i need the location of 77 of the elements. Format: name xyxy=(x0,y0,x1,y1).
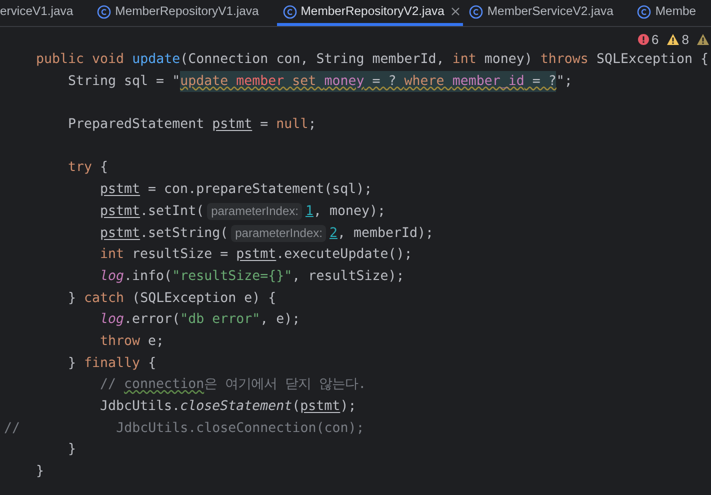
code-token: set xyxy=(292,70,324,92)
code-token: log xyxy=(100,268,124,286)
code-token: member_id xyxy=(452,70,524,92)
code-token: connection xyxy=(124,376,204,394)
code-token: resultSize = xyxy=(132,246,230,264)
code-token: = con.prepareStatement(sql); xyxy=(147,181,372,200)
code-token: { xyxy=(100,159,108,178)
code-token: money) xyxy=(484,51,534,69)
code-token: , memberId); xyxy=(338,224,434,242)
code-token: public void xyxy=(36,51,126,69)
code-token: .executeUpdate(); xyxy=(276,246,412,264)
editor-tab[interactable]: MemberRepositoryV2.java xyxy=(276,0,464,26)
error-icon xyxy=(638,34,649,46)
code-token: // xyxy=(100,376,118,394)
code-token: = xyxy=(259,116,270,134)
code-token: } xyxy=(68,290,78,308)
code-token: .setInt( xyxy=(140,202,204,221)
code-token: update xyxy=(132,51,180,69)
code-token: String sql = " xyxy=(68,72,180,91)
code-token: 1 xyxy=(305,202,314,221)
code-token: 2 xyxy=(329,224,338,242)
code-token: ( xyxy=(292,398,300,416)
code-token: money xyxy=(324,70,364,92)
code-token: pstmt xyxy=(300,398,340,416)
inspection-count: 6 xyxy=(652,31,659,49)
editor-tab[interactable]: Membe xyxy=(631,0,711,26)
editor-tab[interactable]: erviceV1.java xyxy=(0,0,92,26)
code-token: PreparedStatement xyxy=(68,116,206,134)
code-token: update xyxy=(180,70,236,92)
code-token: , e); xyxy=(260,311,300,330)
code-token: JdbcUtils. xyxy=(100,398,180,416)
code-token: } xyxy=(68,354,78,373)
code-token: pstmt xyxy=(100,202,140,221)
code-token: = ? xyxy=(524,70,556,92)
code-token: .setString( xyxy=(140,224,228,242)
code-token: 은 여기에서 닫지 않는다. xyxy=(204,376,366,394)
code-token: where xyxy=(404,70,452,92)
code-token: pstmt xyxy=(100,224,140,242)
code-token: } xyxy=(68,441,76,460)
code-token: throw xyxy=(100,332,142,351)
code-token: SQLException { xyxy=(596,51,709,69)
code-token: pstmt xyxy=(236,246,276,264)
code-token: int xyxy=(452,51,478,69)
code-token: pstmt xyxy=(100,181,140,200)
code-token: try xyxy=(68,159,94,178)
code-token: closeStatement xyxy=(180,398,292,416)
code-token: pstmt xyxy=(212,116,252,134)
parameter-hint: parameterIndex: xyxy=(231,224,326,242)
code-token: member xyxy=(236,70,292,92)
code-token: ); xyxy=(340,398,356,416)
close-icon[interactable] xyxy=(451,7,460,16)
inspection-count: 8 xyxy=(682,31,689,49)
code-token: ; xyxy=(308,116,316,134)
code-token: } xyxy=(36,463,44,482)
code-token: finally xyxy=(84,354,142,373)
code-token: throws xyxy=(540,51,590,69)
code-token: , resultSize); xyxy=(292,268,404,286)
code-token: (SQLException e) { xyxy=(132,290,276,308)
code-token: (Connection con, String memberId, xyxy=(180,51,446,69)
code-token: = ? xyxy=(364,70,404,92)
code-token: "db error" xyxy=(180,311,260,330)
code-token: .error( xyxy=(124,311,180,330)
code-token: "; xyxy=(556,72,572,91)
code-token: log xyxy=(100,311,124,330)
editor-tab[interactable]: MemberRepositoryV1.java xyxy=(91,0,277,26)
code-token: catch xyxy=(84,290,126,308)
code-token: null xyxy=(276,116,308,134)
warning-icon xyxy=(666,34,679,46)
code-token: e; xyxy=(148,332,164,351)
parameter-hint: parameterIndex: xyxy=(207,203,302,220)
code-token: "resultSize={}" xyxy=(172,268,292,286)
code-token: { xyxy=(148,354,156,373)
editor-tab[interactable]: MemberServiceV2.java xyxy=(463,0,632,26)
code-token: , money); xyxy=(313,202,386,221)
code-token: // JdbcUtils.closeConnection(con); xyxy=(4,420,364,438)
code-token: int xyxy=(100,246,126,264)
code-token: .info( xyxy=(124,268,172,286)
